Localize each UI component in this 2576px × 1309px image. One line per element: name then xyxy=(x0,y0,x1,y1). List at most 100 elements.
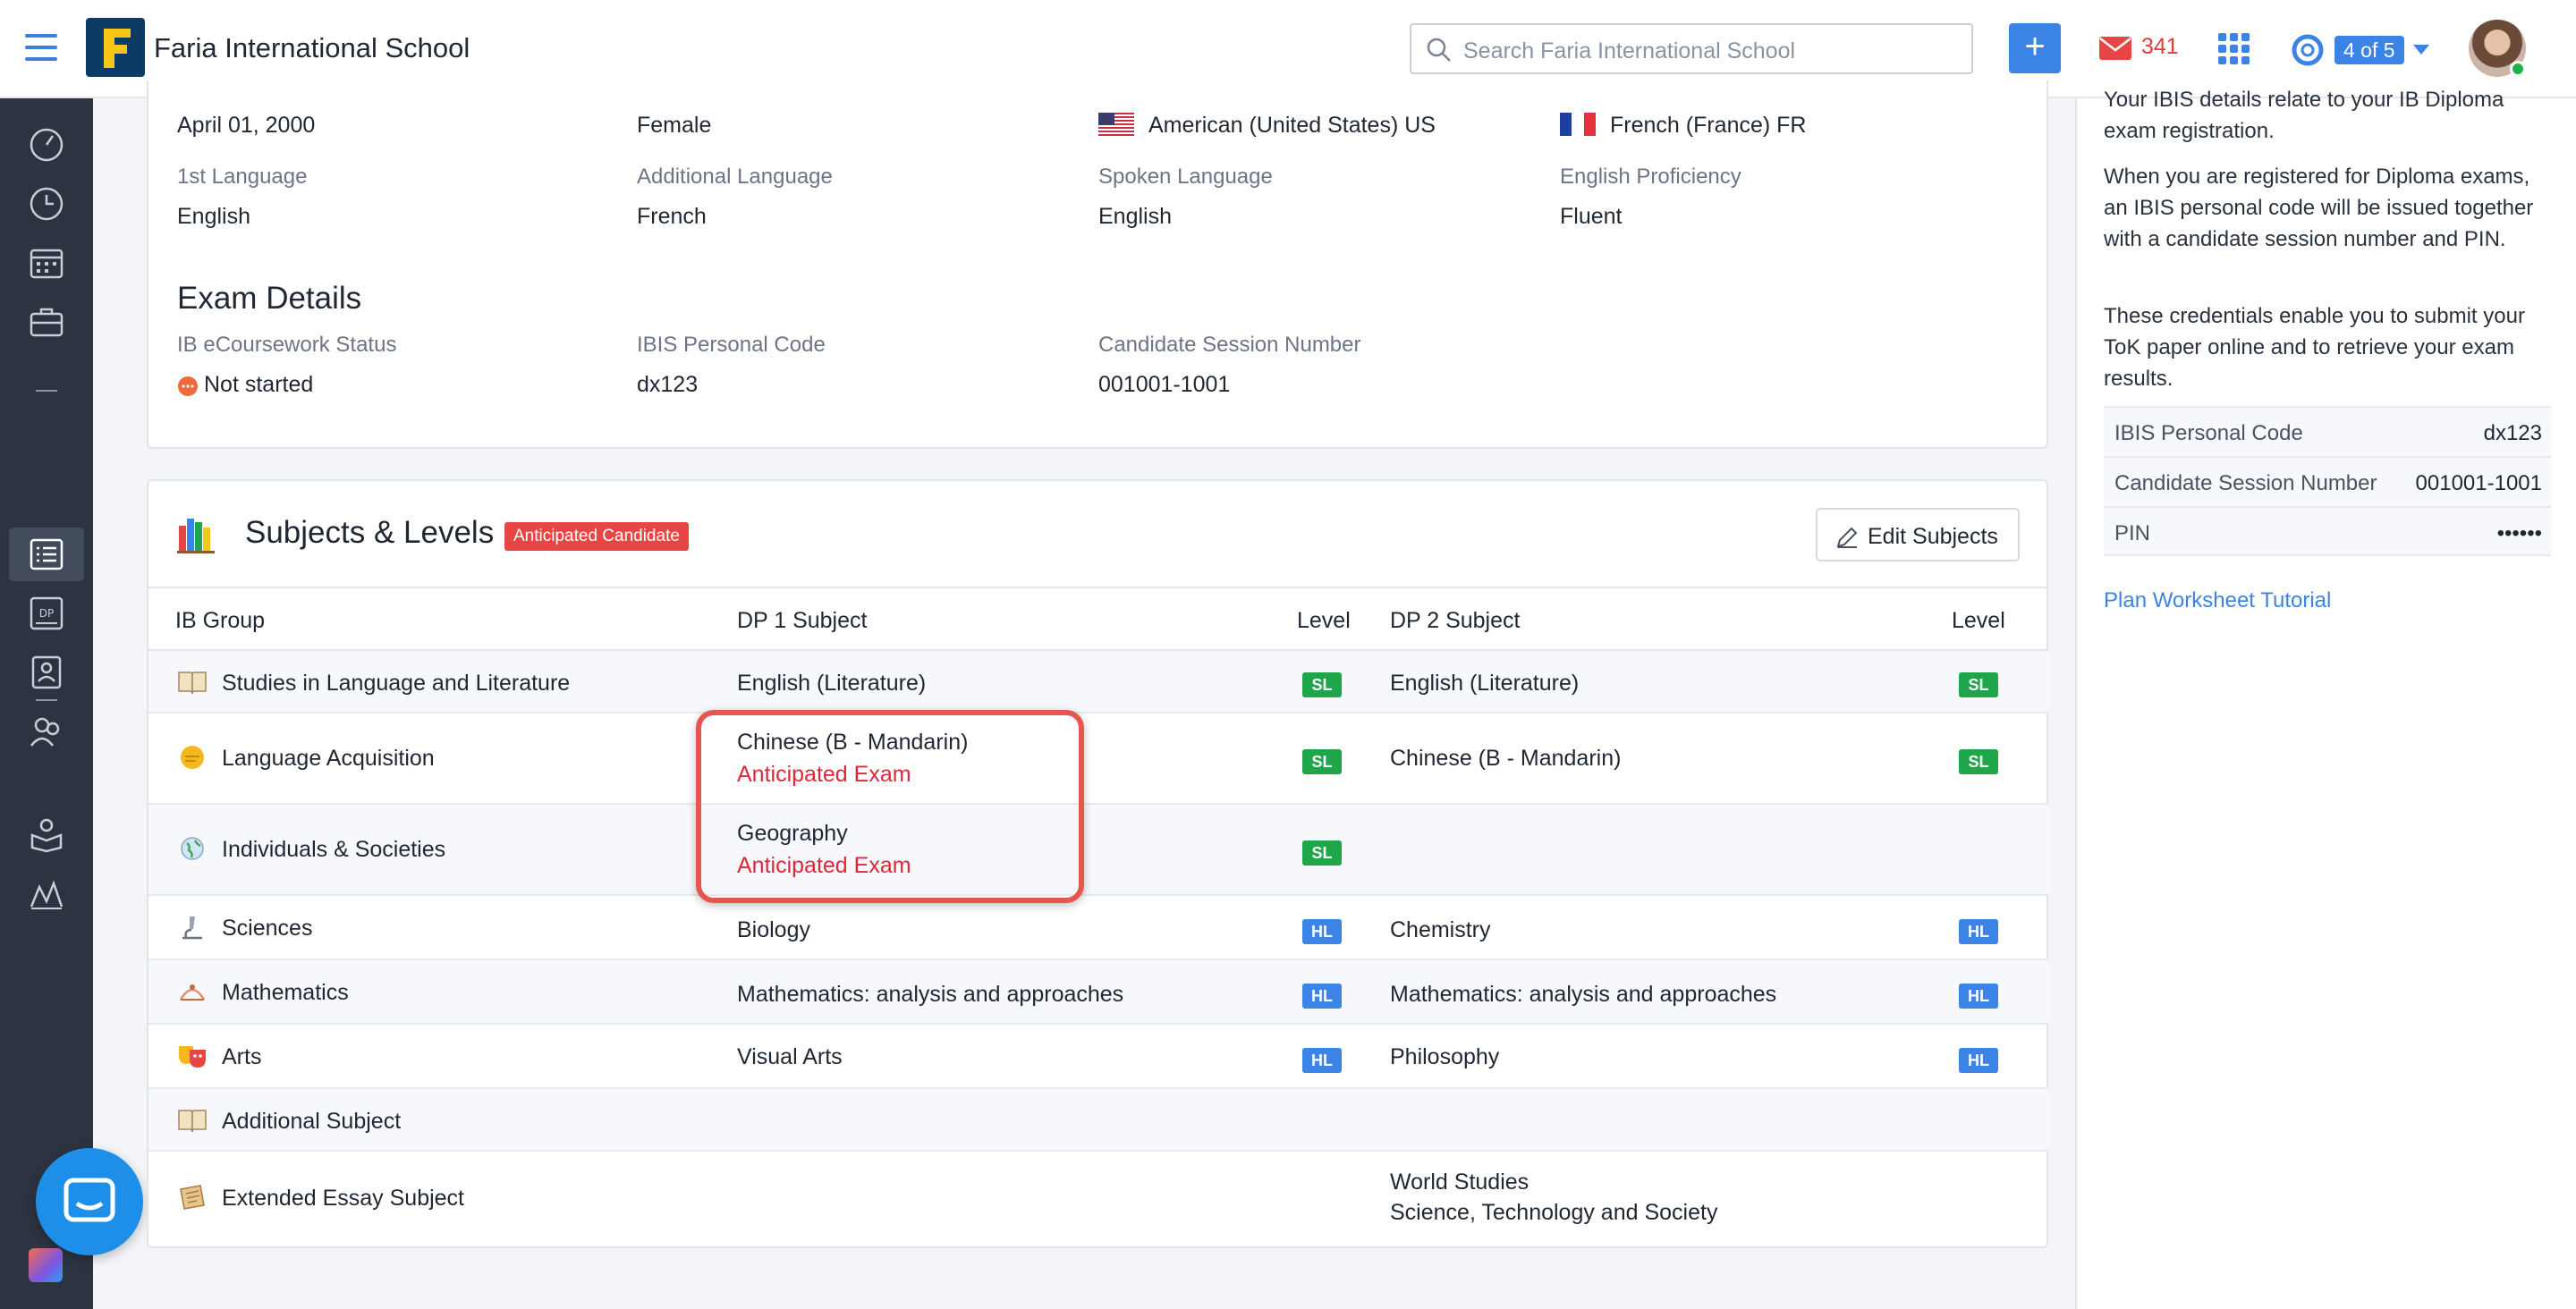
spoken-language-value: English xyxy=(1098,204,1172,229)
group-name: Additional Subject xyxy=(222,1109,402,1134)
session-number-key: Candidate Session Number xyxy=(2114,471,2377,495)
left-nav-rail: DP xyxy=(0,98,93,1309)
table-row[interactable]: Language Acquisition Chinese (B - Mandar… xyxy=(148,714,2048,805)
ibis-credentials-text: These credentials enable you to submit y… xyxy=(2104,304,2525,391)
session-number-label: Candidate Session Number xyxy=(1098,333,1361,357)
session-number-value: 001001-1001 xyxy=(2415,471,2542,495)
dp-programme-icon[interactable]: DP xyxy=(27,594,66,633)
table-row[interactable]: Sciences Biology HL Chemistry HL xyxy=(148,896,2048,960)
group-name: Studies in Language and Literature xyxy=(222,671,571,696)
ibis-code-value: dx123 xyxy=(2483,421,2542,445)
group-name: Sciences xyxy=(222,916,313,941)
pin-row: PIN •••••• xyxy=(2104,506,2551,556)
chevron-down-icon[interactable] xyxy=(2413,45,2429,55)
ibis-info-panel: Your IBIS details relate to your IB Dipl… xyxy=(2075,88,2576,1309)
dp1-subject: Mathematics: analysis and approaches xyxy=(737,982,1124,1007)
svg-text:DP: DP xyxy=(39,607,54,620)
dp2-subject: Mathematics: analysis and approaches xyxy=(1390,982,1777,1007)
pager-badge[interactable]: 4 of 5 xyxy=(2334,36,2404,64)
dp1-subject: Biology xyxy=(737,917,810,942)
pin-value: •••••• xyxy=(2496,521,2542,545)
level-badge: SL xyxy=(1302,749,1342,774)
table-row[interactable]: Mathematics Mathematics: analysis and ap… xyxy=(148,960,2048,1025)
session-number-value: 001001-1001 xyxy=(1098,372,1231,397)
dp1-subject: English (Literature) xyxy=(737,671,927,696)
dp2-subject: English (Literature) xyxy=(1390,671,1580,696)
nationality-value: American (United States) US xyxy=(1148,113,1436,138)
level-badge: HL xyxy=(1959,1048,1998,1073)
people-group-icon[interactable] xyxy=(27,712,66,751)
mail-count[interactable]: 341 xyxy=(2141,34,2179,60)
faria-app-logo[interactable] xyxy=(29,1248,63,1282)
col-level-2[interactable]: Level xyxy=(1952,608,2005,634)
mail-icon[interactable] xyxy=(2098,36,2132,61)
chat-support-button[interactable] xyxy=(36,1148,143,1255)
online-status-dot xyxy=(2510,61,2526,77)
school-logo[interactable] xyxy=(86,18,145,77)
first-language-value: English xyxy=(177,204,250,229)
additional-language-value: French xyxy=(637,204,707,229)
group-name: Extended Essay Subject xyxy=(222,1186,464,1211)
nav-divider xyxy=(36,390,57,392)
table-row[interactable]: Arts Visual Arts HL Philosophy HL xyxy=(148,1025,2048,1089)
english-proficiency-value: Fluent xyxy=(1560,204,1623,229)
group-name: Language Acquisition xyxy=(222,746,435,771)
reading-person-icon[interactable] xyxy=(27,815,66,855)
math-compass-icon xyxy=(179,984,206,1001)
level-badge: HL xyxy=(1302,1048,1342,1073)
speech-bubble-icon xyxy=(181,746,204,769)
table-row[interactable]: Individuals & Societies Geography Antici… xyxy=(148,805,2048,896)
dashboard-gauge-icon[interactable] xyxy=(27,125,66,165)
group-name: Individuals & Societies xyxy=(222,837,446,862)
help-lifebuoy-icon[interactable] xyxy=(2292,34,2324,66)
dp2-subject: Philosophy xyxy=(1390,1044,1500,1069)
briefcase-icon[interactable] xyxy=(27,302,66,342)
nav-divider-2 xyxy=(36,699,57,701)
col-ib-group[interactable]: IB Group xyxy=(175,608,265,634)
col-level-1[interactable]: Level xyxy=(1297,608,1351,634)
analytics-icon[interactable] xyxy=(27,874,66,914)
add-button[interactable]: + xyxy=(2009,23,2061,73)
second-nationality-value: French (France) FR xyxy=(1610,113,1807,138)
dp2-subject: Chinese (B - Mandarin) xyxy=(1390,746,1622,771)
ecoursework-value: Not started xyxy=(204,372,314,397)
col-dp1-subject[interactable]: DP 1 Subject xyxy=(737,608,867,634)
list-document-icon[interactable] xyxy=(27,535,66,574)
group-name: Arts xyxy=(222,1044,262,1069)
school-name[interactable]: Faria International School xyxy=(154,32,470,64)
table-row[interactable]: Additional Subject xyxy=(148,1089,2048,1152)
open-book-icon xyxy=(178,671,207,695)
not-started-status-icon xyxy=(178,376,198,396)
level-badge: HL xyxy=(1302,919,1342,944)
ibis-registration-text: When you are registered for Diploma exam… xyxy=(2104,165,2534,251)
search-placeholder: Search Faria International School xyxy=(1463,38,1796,63)
anticipated-exam-highlight-box xyxy=(696,710,1084,903)
search-input[interactable]: Search Faria International School xyxy=(1410,23,1973,74)
chat-icon xyxy=(64,1178,115,1222)
level-badge: SL xyxy=(1302,840,1342,866)
additional-language-label: Additional Language xyxy=(637,165,833,189)
microscope-icon xyxy=(182,916,202,940)
clock-icon[interactable] xyxy=(27,184,66,224)
menu-icon[interactable] xyxy=(25,34,57,63)
col-dp2-subject[interactable]: DP 2 Subject xyxy=(1390,608,1520,634)
apps-grid-icon[interactable] xyxy=(2218,33,2250,65)
session-number-row: Candidate Session Number 001001-1001 xyxy=(2104,456,2551,506)
table-row[interactable]: Extended Essay Subject World Studies Sci… xyxy=(148,1152,2048,1246)
student-profile-icon[interactable] xyxy=(27,653,66,692)
us-flag-icon xyxy=(1098,113,1134,136)
level-badge: HL xyxy=(1302,984,1342,1009)
dp2-subject-line2: Science, Technology and Society xyxy=(1390,1200,1718,1225)
plan-worksheet-tutorial-link[interactable]: Plan Worksheet Tutorial xyxy=(2104,588,2331,613)
exam-details-title: Exam Details xyxy=(177,281,362,316)
level-badge: SL xyxy=(1959,749,1998,774)
gender-value: Female xyxy=(637,113,712,138)
calendar-icon[interactable] xyxy=(27,243,66,283)
table-row[interactable]: Studies in Language and Literature Engli… xyxy=(148,651,2048,714)
spoken-language-label: Spoken Language xyxy=(1098,165,1273,189)
profile-details-card: April 01, 2000 Female American (United S… xyxy=(147,80,2048,449)
table-header: IB Group DP 1 Subject Level DP 2 Subject… xyxy=(148,587,2048,651)
open-book-icon xyxy=(178,1110,207,1133)
pin-key: PIN xyxy=(2114,521,2151,545)
dp2-subject: Chemistry xyxy=(1390,917,1491,942)
